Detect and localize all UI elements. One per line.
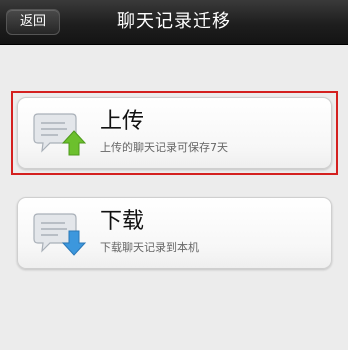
upload-description: 上传的聊天记录可保存7天 [100, 141, 228, 154]
nav-bar: 返回 聊天记录迁移 [0, 0, 348, 45]
download-option[interactable]: 下载 下载聊天记录到本机 [17, 197, 332, 269]
chat-download-icon [33, 213, 87, 256]
chat-upload-icon [33, 113, 87, 156]
download-description: 下载聊天记录到本机 [100, 241, 199, 254]
upload-option[interactable]: 上传 上传的聊天记录可保存7天 [17, 97, 332, 169]
page-title: 聊天记录迁移 [117, 11, 231, 32]
upload-title: 上传 [100, 109, 145, 134]
download-title: 下载 [100, 209, 145, 234]
